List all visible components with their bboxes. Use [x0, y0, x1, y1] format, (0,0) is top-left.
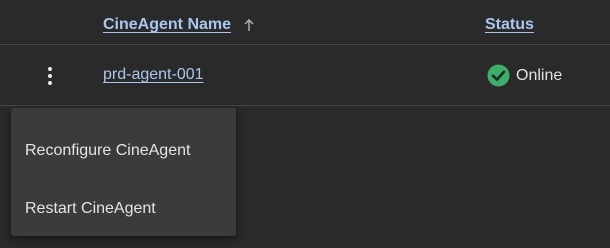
- menu-item-label[interactable]: Restart CineAgent: [25, 199, 156, 219]
- kebab-menu-icon[interactable]: [47, 66, 53, 86]
- column-header-status-label[interactable]: Status: [485, 16, 534, 33]
- column-header-status[interactable]: Status: [485, 15, 534, 35]
- cineagent-table-view: CineAgent Name Status prd-agent-001 Onli…: [0, 0, 610, 248]
- table-row: prd-agent-001 Online: [0, 46, 610, 106]
- status-text: Online: [516, 66, 563, 84]
- menu-item-label[interactable]: Reconfigure CineAgent: [25, 141, 190, 161]
- row-actions-button[interactable]: [36, 61, 64, 91]
- column-header-name[interactable]: CineAgent Name: [103, 15, 255, 35]
- check-circle-icon: [487, 64, 510, 87]
- arrow-up-icon[interactable]: [243, 18, 255, 32]
- table-header-row: CineAgent Name Status: [0, 0, 610, 45]
- row-actions-menu: Reconfigure CineAgent Restart CineAgent: [11, 108, 236, 236]
- column-header-name-label[interactable]: CineAgent Name: [103, 15, 231, 35]
- status-cell: Online: [487, 64, 562, 87]
- menu-item-restart[interactable]: Restart CineAgent: [11, 174, 236, 232]
- agent-name-link[interactable]: prd-agent-001: [103, 65, 204, 85]
- menu-item-reconfigure[interactable]: Reconfigure CineAgent: [11, 116, 236, 174]
